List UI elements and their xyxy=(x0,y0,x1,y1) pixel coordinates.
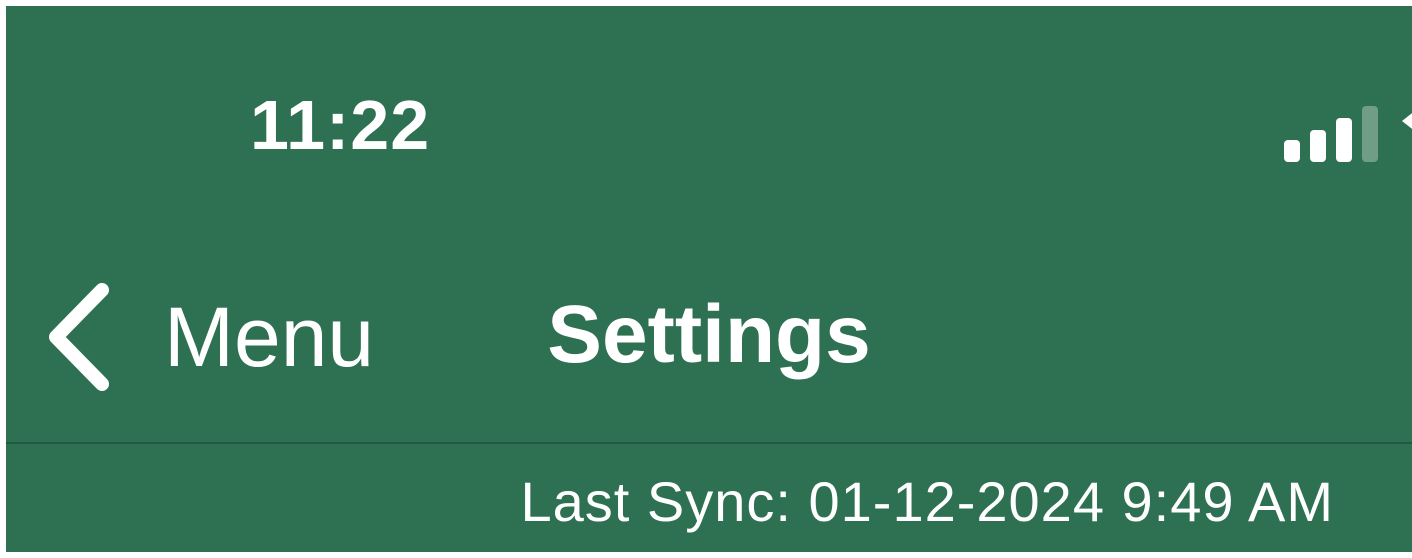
signal-bar-1 xyxy=(1284,140,1300,162)
signal-bar-4 xyxy=(1362,106,1378,162)
navigation-bar: Menu Settings xyxy=(6,226,1412,442)
app-header: 11:22 Menu Settings Last Sync: 01-12-202… xyxy=(6,6,1412,552)
last-sync-text: Last Sync: 01-12-2024 9:49 AM xyxy=(520,470,1334,533)
status-bar: 11:22 xyxy=(6,6,1412,226)
signal-bar-2 xyxy=(1310,130,1326,162)
cellular-signal-icon xyxy=(1284,106,1378,162)
signal-bar-3 xyxy=(1336,118,1352,162)
sync-status-bar: Last Sync: 01-12-2024 9:49 AM xyxy=(6,444,1412,552)
page-title: Settings xyxy=(547,289,871,380)
status-time: 11:22 xyxy=(250,86,431,164)
wifi-icon xyxy=(1402,113,1412,129)
